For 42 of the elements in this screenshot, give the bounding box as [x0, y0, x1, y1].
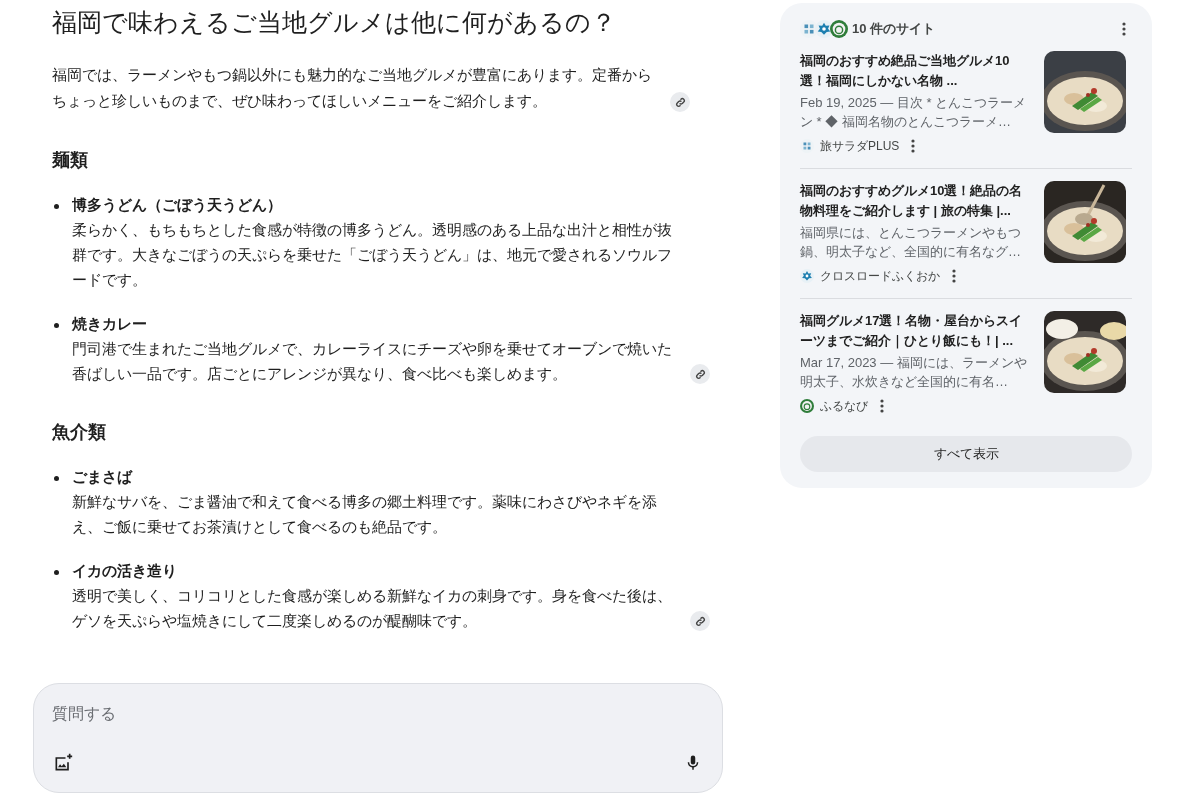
more-icon [1122, 22, 1126, 36]
citation-link-button[interactable] [690, 364, 710, 384]
paragraph-text: 柔らかく、もちもちとした食感が特徴の博多うどん。透明感のある上品な出汁と相性が抜群です。大きなごぼうの天ぷらを乗せた「ごぼう天うどん」は、地元で愛されるソウルフードです。 [72, 220, 673, 290]
item-title: 焼きカレー [72, 314, 148, 334]
answer-title: 福岡で味わえるご当地グルメは他に何があるの？ [52, 7, 617, 38]
add-image-icon [53, 753, 73, 773]
flower-logo-icon [800, 269, 814, 283]
source-site-name: クロスロードふくおか [820, 268, 940, 285]
source-snippet: Feb 19, 2025 — 目次 * とんこつラーメン * ◆ 福岡名物のとんこつラーメ… [800, 94, 1028, 131]
source-title-link[interactable]: 福岡のおすすめ絶品ご当地グルメ10選！福岡にしかない名物 ... [800, 51, 1034, 91]
bullet-icon [54, 323, 59, 328]
link-icon [694, 368, 706, 380]
bullet-icon [54, 476, 59, 481]
round-logo-icon [830, 20, 848, 38]
item-title: イカの活き造り [72, 561, 178, 581]
source-site-name: ふるなび [820, 398, 868, 415]
source-snippet: Mar 17, 2023 — 福岡には、ラーメンや明太子、水炊きなど全国的に有名… [800, 354, 1028, 391]
source-title-link[interactable]: 福岡のおすすめグルメ10選！絶品の名物料理をご紹介します | 旅の特集 |... [800, 181, 1034, 221]
item-title: 博多うどん（ごぼう天うどん） [72, 195, 283, 215]
link-icon [674, 96, 686, 108]
bullet-icon [54, 204, 59, 209]
link-icon [694, 615, 706, 627]
question-input[interactable]: 質問する [52, 702, 652, 726]
round-logo-icon [800, 399, 814, 413]
item-title: ごまさば [72, 467, 134, 487]
section-heading: 魚介類 [52, 421, 107, 444]
paragraph-text: 福岡では、ラーメンやもつ鍋以外にも魅力的なご当地グルメが豊富にあります。定番からちょっと珍しいものまで、ぜひ味わってほしいメニューをご紹介します。 [52, 65, 653, 111]
citation-link-button[interactable] [690, 611, 710, 631]
source-snippet: 福岡県には、とんこつラーメンやもつ鍋、明太子など、全国的に有名なグ… [800, 224, 1022, 261]
more-icon [911, 139, 916, 153]
section-heading: 麺類 [52, 149, 89, 172]
more-icon [880, 399, 884, 413]
bullet-icon [54, 570, 59, 575]
citation-link-button[interactable] [670, 92, 690, 112]
more-icon [952, 269, 956, 283]
paragraph-text: 新鮮なサバを、ごま醤油で和えて食べる博多の郷土料理です。薬味にわさびやネギを添え、ご飯に乗せてお茶漬けとして食べるのも絶品です。 [72, 492, 658, 537]
paragraph-text: 透明で美しく、コリコリとした食感が楽しめる新鮮なイカの刺身です。身を食べた後は、ゲソを天ぷらや塩焼きにして二度楽しめるのが醍醐味です。 [72, 586, 673, 631]
source-title-link[interactable]: 福岡グルメ17選！名物・屋台からスイーツまでご紹介｜ひとり飯にも！| ... [800, 311, 1034, 351]
show-all-button[interactable]: すべて表示 [800, 436, 1132, 472]
site-count: 10 件のサイト [852, 20, 936, 39]
source-site-name: 旅サラダPLUS [820, 138, 900, 155]
paragraph-text: 門司港で生まれたご当地グルメで、カレーライスにチーズや卵を乗せてオーブンで焼いた香ばしい一品です。店ごとにアレンジが異なり、食べ比べも楽しめます。 [72, 339, 673, 384]
